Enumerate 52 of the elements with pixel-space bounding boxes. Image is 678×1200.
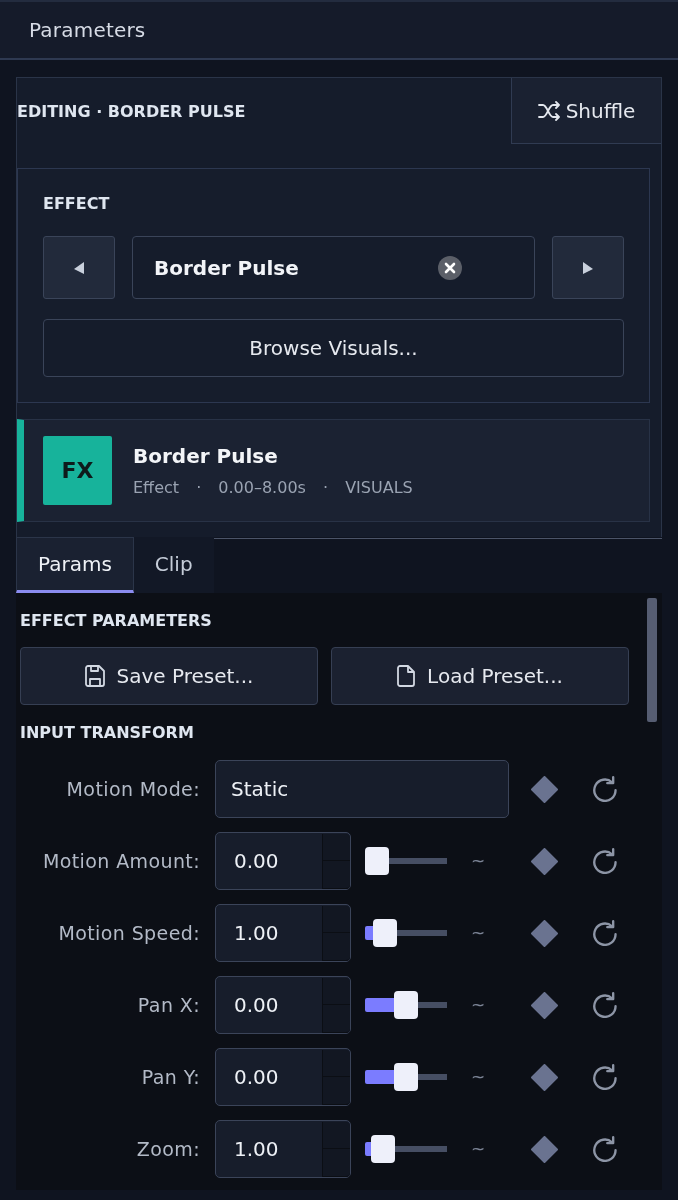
clip-card[interactable]: FX Border Pulse Effect · 0.00–8.00s · VISUALS: [17, 419, 650, 522]
section-heading: EFFECT PARAMETERS: [20, 611, 212, 631]
slider-thumb[interactable]: [365, 847, 389, 875]
refresh-icon[interactable]: [593, 1136, 618, 1162]
section-heading: INPUT TRANSFORM: [20, 723, 194, 743]
scrollbar-thumb[interactable]: [647, 598, 657, 722]
slider-thumb[interactable]: [373, 919, 398, 947]
tilde-symbol: ~: [470, 995, 486, 1015]
shuffle-icon: [537, 100, 560, 121]
group-label: EFFECT: [43, 194, 110, 214]
save-icon: [84, 665, 105, 687]
tilde-symbol: ~: [470, 1139, 486, 1159]
diamond-icon[interactable]: [530, 991, 558, 1019]
clip-details: Effect · 0.00–8.00s · VISUALS: [133, 478, 413, 497]
slider-thumb[interactable]: [394, 991, 418, 1019]
slider-thumb[interactable]: [370, 1135, 395, 1163]
diamond-icon[interactable]: [530, 775, 558, 803]
tilde-symbol: ~: [470, 851, 486, 871]
field-label: Pan X:: [137, 994, 200, 1016]
diamond-icon[interactable]: [530, 1063, 558, 1091]
refresh-icon[interactable]: [593, 776, 618, 802]
refresh-icon[interactable]: [593, 992, 618, 1018]
refresh-icon[interactable]: [593, 848, 618, 874]
refresh-icon[interactable]: [593, 1064, 618, 1090]
window-title: Parameters: [29, 18, 146, 42]
refresh-icon[interactable]: [593, 920, 618, 946]
field-label: Motion Speed:: [58, 922, 200, 944]
field-label: Zoom:: [136, 1138, 200, 1160]
diamond-icon[interactable]: [530, 1135, 558, 1163]
field-label: Pan Y:: [141, 1066, 200, 1088]
load-preset-button[interactable]: Load Preset...: [331, 647, 629, 705]
fx-badge: FX: [43, 436, 112, 505]
left-triangle-icon: [74, 261, 84, 274]
tab[interactable]: Params: [16, 537, 134, 593]
tab[interactable]: Clip: [133, 537, 214, 593]
shuffle-button[interactable]: Shuffle: [511, 78, 661, 144]
diamond-icon[interactable]: [530, 919, 558, 947]
dropdown[interactable]: Static: [215, 760, 509, 818]
save-preset-button[interactable]: Save Preset...: [20, 647, 318, 705]
file-icon: [397, 665, 416, 687]
slider-thumb[interactable]: [394, 1063, 418, 1091]
diamond-icon[interactable]: [530, 847, 558, 875]
clip-name: Border Pulse: [133, 444, 279, 468]
tilde-symbol: ~: [470, 923, 486, 943]
clear-icon[interactable]: [438, 255, 462, 280]
effect-dropdown[interactable]: Border Pulse: [132, 236, 535, 299]
tilde-symbol: ~: [470, 1067, 486, 1087]
field-label: Motion Amount:: [42, 850, 200, 872]
right-triangle-icon: [583, 261, 593, 274]
field-label: Motion Mode:: [66, 778, 200, 800]
browse-button[interactable]: Browse Visuals...: [43, 319, 624, 377]
editing-label: EDITING · BORDER PULSE: [17, 101, 246, 121]
